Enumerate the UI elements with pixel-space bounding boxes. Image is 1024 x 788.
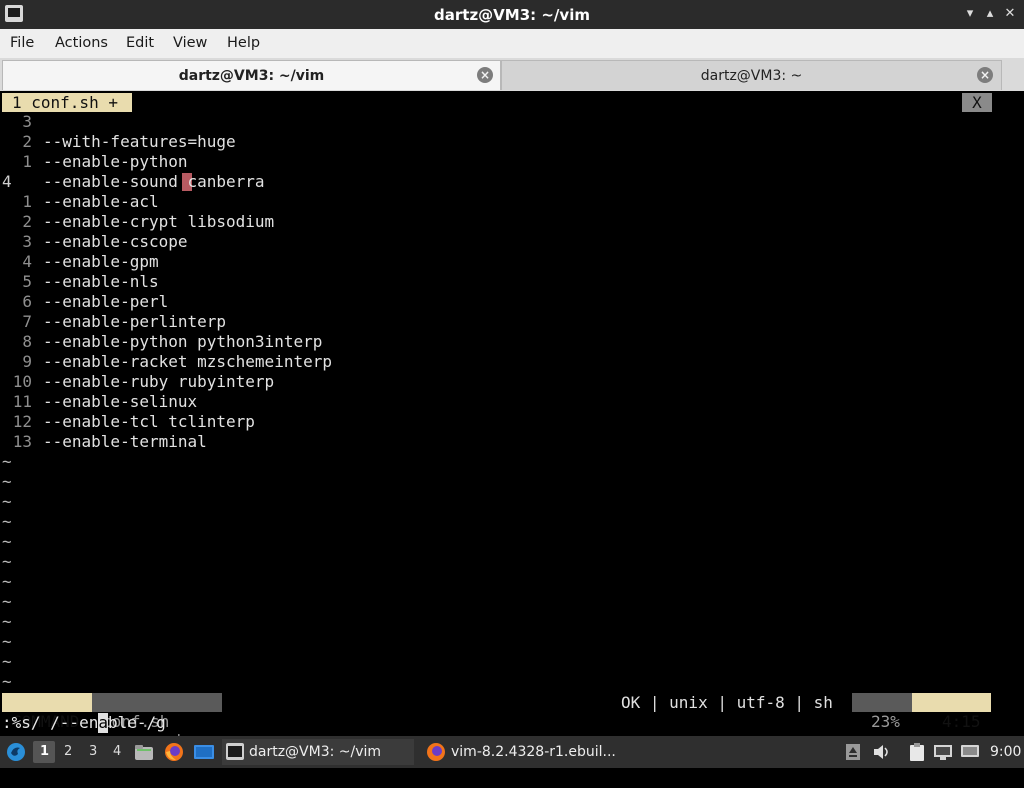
line-number: 13 bbox=[12, 432, 32, 451]
maximize-icon[interactable]: ▴ bbox=[982, 6, 998, 21]
line-number: 2 bbox=[22, 212, 32, 231]
status-mode: COMMAND bbox=[2, 693, 92, 731]
line-number: 8 bbox=[22, 332, 32, 351]
tab-close-icon[interactable]: × bbox=[977, 67, 993, 83]
status-position: 4:15 bbox=[912, 693, 991, 731]
terminal-task-icon bbox=[226, 743, 244, 760]
menu-file[interactable]: File bbox=[10, 35, 34, 51]
empty-line-tilde: ~ bbox=[2, 512, 12, 531]
code-line: --enable-python bbox=[43, 152, 188, 171]
code-line: --enable-perlinterp bbox=[43, 312, 227, 331]
current-code-line: --enable-sound canberra bbox=[43, 172, 265, 191]
line-number: 4 bbox=[22, 252, 32, 271]
code-line: --enable-python python3interp bbox=[43, 332, 323, 351]
volume-icon[interactable] bbox=[872, 743, 892, 761]
code-line: --enable-perl bbox=[43, 292, 169, 311]
start-menu-icon[interactable] bbox=[6, 742, 26, 762]
current-line-number: 4 bbox=[2, 172, 12, 191]
empty-line-tilde: ~ bbox=[2, 612, 12, 631]
line-number: 3 bbox=[22, 112, 32, 131]
empty-line-tilde: ~ bbox=[2, 592, 12, 611]
command-cursor: a bbox=[98, 713, 108, 733]
clock[interactable]: 9:00 bbox=[990, 741, 1021, 763]
tab-vim[interactable]: dartz@VM3: ~/vim × bbox=[2, 60, 501, 90]
empty-line-tilde: ~ bbox=[2, 492, 12, 511]
firefox-icon[interactable] bbox=[164, 742, 184, 762]
show-desktop-icon[interactable] bbox=[193, 742, 215, 762]
task-label-terminal: dartz@VM3: ~/vim bbox=[249, 744, 382, 760]
close-tab-label: X bbox=[972, 93, 982, 112]
menu-actions[interactable]: Actions bbox=[55, 35, 108, 51]
line-number: 10 bbox=[12, 372, 32, 391]
empty-line-tilde: ~ bbox=[2, 632, 12, 651]
menu-edit[interactable]: Edit bbox=[126, 35, 154, 51]
empty-line-tilde: ~ bbox=[2, 472, 12, 491]
vim-buffer-tab[interactable]: 1 conf.sh + bbox=[2, 93, 132, 112]
title-bar: dartz@VM3: ~/vim ▾ ▴ ✕ bbox=[0, 0, 1024, 29]
clipboard-icon[interactable] bbox=[908, 742, 926, 762]
minimize-icon[interactable]: ▾ bbox=[962, 6, 978, 21]
task-label-firefox[interactable]: vim-8.2.4328-r1.ebuil... bbox=[451, 741, 616, 763]
status-percent: 23% bbox=[852, 693, 912, 731]
empty-line-tilde: ~ bbox=[2, 652, 12, 671]
line-number: 1 bbox=[22, 152, 32, 171]
code-line: --enable-tcl tclinterp bbox=[43, 412, 255, 431]
empty-line-tilde: ~ bbox=[2, 672, 12, 691]
firefox-task-icon bbox=[427, 743, 445, 761]
line-number: 5 bbox=[22, 272, 32, 291]
empty-line-tilde: ~ bbox=[2, 532, 12, 551]
close-icon[interactable]: ✕ bbox=[1002, 6, 1018, 21]
buffer-tab-label: 1 conf.sh + bbox=[12, 93, 118, 112]
empty-line-tilde: ~ bbox=[2, 572, 12, 591]
vim-close-tab-button[interactable]: X bbox=[962, 93, 992, 112]
line-number: 9 bbox=[22, 352, 32, 371]
code-line: --enable-crypt libsodium bbox=[43, 212, 275, 231]
tab-close-icon[interactable]: × bbox=[477, 67, 493, 83]
display-icon[interactable] bbox=[960, 743, 980, 761]
line-number: 12 bbox=[12, 412, 32, 431]
menu-bar: File Actions Edit View Help bbox=[0, 29, 1024, 58]
network-icon[interactable] bbox=[933, 743, 953, 761]
line-number: 7 bbox=[22, 312, 32, 331]
workspace-3[interactable]: 3 bbox=[89, 744, 97, 759]
terminal-tabs: dartz@VM3: ~/vim × dartz@VM3: ~ × bbox=[0, 58, 1024, 91]
file-manager-icon[interactable] bbox=[134, 742, 154, 762]
menu-help[interactable]: Help bbox=[227, 35, 260, 51]
code-line: --enable-gpm bbox=[43, 252, 159, 271]
taskbar: 1 2 3 4 dartz@VM3: ~/vim vim-8.2.4328-r1… bbox=[0, 736, 1024, 768]
empty-line-tilde: ~ bbox=[2, 552, 12, 571]
workspace-2[interactable]: 2 bbox=[64, 744, 72, 759]
empty-line-tilde: ~ bbox=[2, 452, 12, 471]
window-title: dartz@VM3: ~/vim bbox=[434, 6, 590, 24]
tab-label: dartz@VM3: ~/vim bbox=[178, 68, 325, 84]
tab-home[interactable]: dartz@VM3: ~ × bbox=[501, 60, 1002, 90]
line-number: 6 bbox=[22, 292, 32, 311]
tab-label: dartz@VM3: ~ bbox=[700, 68, 803, 84]
workspace-1[interactable]: 1 bbox=[40, 744, 49, 759]
line-number: 1 bbox=[22, 192, 32, 211]
code-line: --enable-ruby rubyinterp bbox=[43, 372, 275, 391]
code-line: --enable-racket mzschemeinterp bbox=[43, 352, 332, 371]
line-number: 2 bbox=[22, 132, 32, 151]
code-line: --enable-terminal bbox=[43, 432, 207, 451]
code-line: --enable-nls bbox=[43, 272, 159, 291]
terminal-area[interactable]: 1 conf.sh + X 3 2 --with-features=huge 1… bbox=[2, 92, 1022, 769]
code-line: --enable-acl bbox=[43, 192, 159, 211]
line-number: 3 bbox=[22, 232, 32, 251]
code-line: --enable-cscope bbox=[43, 232, 188, 251]
eject-icon[interactable] bbox=[845, 743, 861, 761]
status-info: OK | unix | utf-8 | sh bbox=[621, 693, 833, 712]
line-number: 11 bbox=[12, 392, 32, 411]
code-line: --with-features=huge bbox=[43, 132, 236, 151]
command-line[interactable]: :%s/ /--enable-/g bbox=[2, 713, 166, 733]
menu-view[interactable]: View bbox=[173, 35, 207, 51]
workspace-4[interactable]: 4 bbox=[113, 744, 121, 759]
code-line: --enable-selinux bbox=[43, 392, 198, 411]
status-file: conf.sh | + bbox=[92, 693, 222, 769]
